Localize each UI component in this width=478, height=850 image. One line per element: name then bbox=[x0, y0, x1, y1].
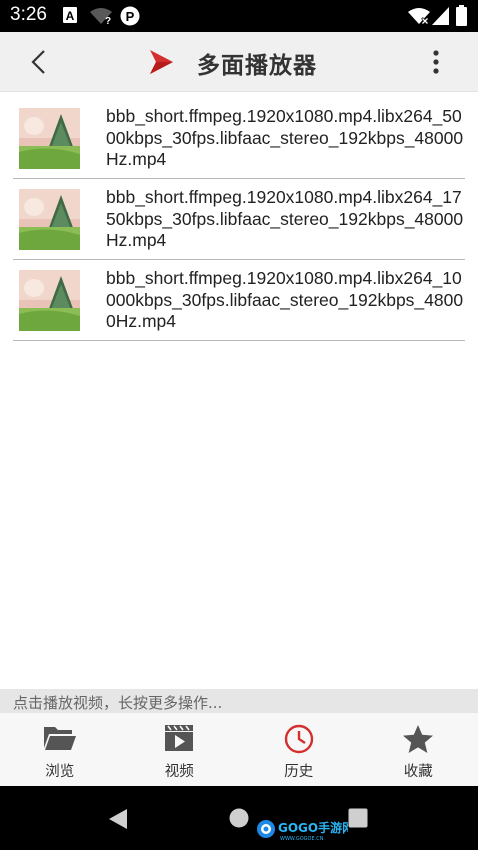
nav-item-favorites[interactable]: 收藏 bbox=[359, 713, 478, 786]
system-navigation-bar bbox=[0, 786, 478, 850]
list-item[interactable]: bbb_short.ffmpeg.1920x1080.mp4.libx264_5… bbox=[13, 98, 465, 179]
watermark-text: GOGO手游网 bbox=[278, 820, 348, 835]
more-options-button[interactable] bbox=[424, 46, 448, 78]
hint-text: 点击播放视频，长按更多操作... bbox=[13, 694, 223, 712]
file-name: bbb_short.ffmpeg.1920x1080.mp4.libx264_5… bbox=[106, 106, 464, 169]
nav-item-browse[interactable]: 浏览 bbox=[0, 713, 120, 786]
recents-square-icon[interactable] bbox=[348, 808, 368, 828]
nav-label: 视频 bbox=[164, 764, 194, 780]
svg-text:?: ? bbox=[105, 16, 111, 25]
battery-icon bbox=[456, 5, 467, 26]
wifi-unknown-icon: ? bbox=[90, 8, 112, 25]
p-notification-icon: P bbox=[120, 6, 140, 26]
wifi-x-icon bbox=[408, 8, 430, 25]
clock-icon bbox=[284, 724, 313, 754]
svg-text:A: A bbox=[66, 9, 75, 23]
list-item[interactable]: bbb_short.ffmpeg.1920x1080.mp4.libx264_1… bbox=[13, 179, 465, 260]
back-button[interactable] bbox=[22, 46, 56, 78]
signal-icon bbox=[432, 7, 449, 25]
nav-label: 浏览 bbox=[45, 764, 75, 780]
app-title: 多面播放器 bbox=[197, 53, 317, 79]
chevron-left-icon bbox=[31, 50, 45, 74]
status-bar: 3:26 A ? P bbox=[0, 0, 478, 32]
back-triangle-icon[interactable] bbox=[108, 808, 128, 830]
video-thumbnail bbox=[19, 108, 80, 169]
video-thumbnail bbox=[19, 189, 80, 250]
play-logo-icon bbox=[150, 50, 173, 74]
video-play-icon bbox=[165, 725, 194, 751]
nav-label: 历史 bbox=[284, 764, 314, 780]
svg-text:P: P bbox=[126, 9, 135, 24]
app-bar: 多面播放器 bbox=[0, 32, 478, 92]
hint-bar: 点击播放视频，长按更多操作... bbox=[0, 689, 478, 713]
bottom-navigation: 浏览 视频 历史 收藏 bbox=[0, 713, 478, 786]
nav-label: 收藏 bbox=[403, 764, 433, 780]
watermark-logo: GOGO手游网 WWW.GOGOE.CN bbox=[257, 820, 348, 842]
file-name: bbb_short.ffmpeg.1920x1080.mp4.libx264_1… bbox=[106, 268, 464, 331]
watermark-subtext: WWW.GOGOE.CN bbox=[280, 836, 324, 842]
video-file-list: bbb_short.ffmpeg.1920x1080.mp4.libx264_5… bbox=[13, 98, 465, 341]
folder-open-icon bbox=[43, 727, 76, 750]
more-vert-icon bbox=[433, 50, 439, 74]
star-icon bbox=[403, 725, 434, 753]
a-notification-icon: A bbox=[63, 7, 77, 23]
list-item[interactable]: bbb_short.ffmpeg.1920x1080.mp4.libx264_1… bbox=[13, 260, 465, 341]
nav-item-history[interactable]: 历史 bbox=[239, 713, 359, 786]
file-name: bbb_short.ffmpeg.1920x1080.mp4.libx264_1… bbox=[106, 187, 464, 250]
video-thumbnail bbox=[19, 270, 80, 331]
nav-item-video[interactable]: 视频 bbox=[120, 713, 240, 786]
status-time: 3:26 bbox=[10, 4, 47, 25]
home-circle-icon[interactable] bbox=[229, 808, 249, 828]
